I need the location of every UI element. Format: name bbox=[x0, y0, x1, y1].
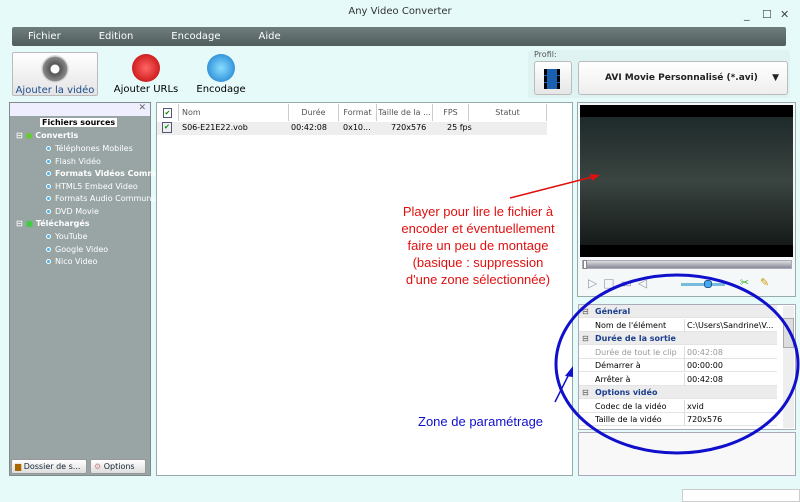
red-arrow bbox=[509, 175, 597, 199]
blue-arrowhead bbox=[565, 366, 573, 377]
red-arrowhead bbox=[590, 174, 600, 181]
settings-annotation: Zone de paramétrage bbox=[418, 414, 544, 429]
blue-ellipse bbox=[554, 273, 800, 455]
player-annotation: Player pour lire le fichier à encoder et … bbox=[401, 204, 555, 287]
